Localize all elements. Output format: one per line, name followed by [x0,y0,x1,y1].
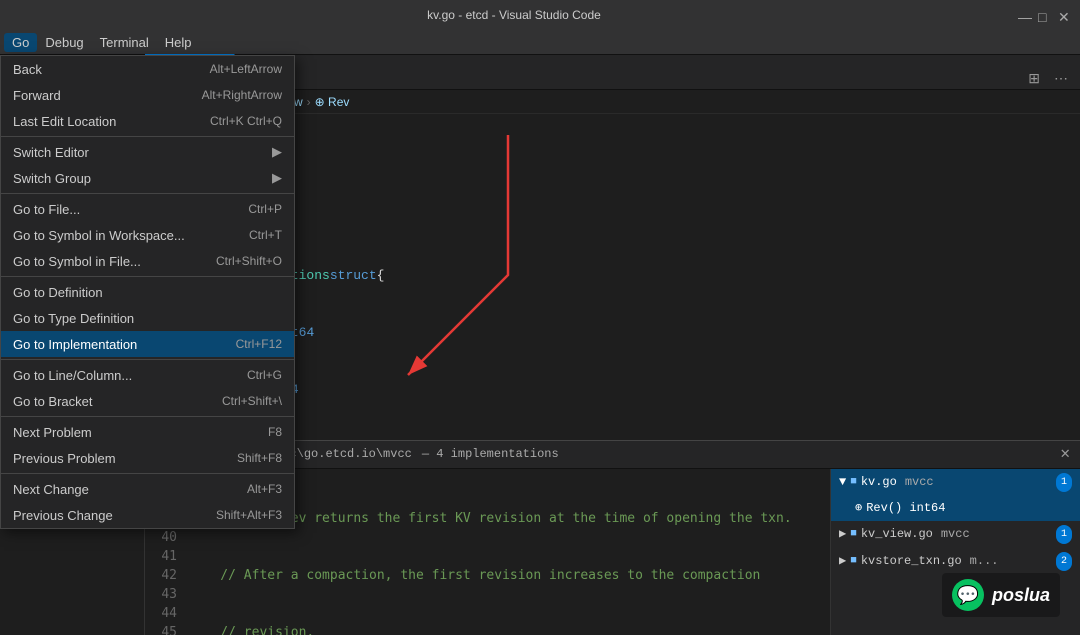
menu-go[interactable]: Go [4,33,37,52]
file-icon: ■ [850,473,857,492]
title-bar: kv.go - etcd - Visual Studio Code — □ ✕ [0,0,1080,30]
wechat-logo: 💬 [952,579,984,611]
go-menu-switch-group[interactable]: Switch Group ▶ [1,165,294,191]
menu-help[interactable]: Help [157,33,200,52]
go-menu-symbol-workspace[interactable]: Go to Symbol in Workspace... Ctrl+T [1,222,294,248]
code-line [205,209,1080,228]
go-menu-next-problem[interactable]: Next Problem F8 [1,419,294,445]
impl-code-line: // revision. [189,623,830,635]
impl-group-label: kvstore_txn.go [861,552,962,571]
go-menu-line-column[interactable]: Go to Line/Column... Ctrl+G [1,362,294,388]
breadcrumb-rev[interactable]: ⊕ Rev [315,95,350,109]
impl-group-kvgo[interactable]: ▼ ■ kv.go mvcc 1 [831,469,1080,496]
window-controls: — □ ✕ [1018,9,1070,21]
separator-2 [1,193,294,194]
impl-group-pkg: mvcc [905,473,934,492]
code-content: ) type RangeOptions struct { Limit int64… [195,114,1080,440]
wechat-watermark: 💬 poslua [942,573,1060,617]
go-menu-symbol-file[interactable]: Go to Symbol in File... Ctrl+Shift+O [1,248,294,274]
minimize-button[interactable]: — [1018,9,1030,21]
impl-code-line: // After a compaction, the first revisio… [189,566,830,585]
title-text: kv.go - etcd - Visual Studio Code [10,8,1018,22]
impl-group-pkg: mvcc [941,525,970,544]
tab-actions: ⊞ ⋯ [1024,68,1080,89]
impl-sub-rev[interactable]: ⊕ Rev() int64 [831,496,1080,521]
separator-6 [1,473,294,474]
split-editor-button[interactable]: ⊞ [1024,68,1044,89]
impl-close-button[interactable]: ✕ [1060,445,1070,464]
go-menu-bracket[interactable]: Go to Bracket Ctrl+Shift+\ [1,388,294,414]
go-menu-implementation[interactable]: Go to Implementation Ctrl+F12 [1,331,294,357]
impl-group-label: kv.go [861,473,897,492]
impl-sub-label: Rev() int64 [866,499,945,518]
separator-3 [1,276,294,277]
impl-group-pkg: m... [970,552,999,571]
go-menu-last-edit[interactable]: Last Edit Location Ctrl+K Ctrl+Q [1,108,294,134]
file-icon: ■ [850,552,857,571]
separator-5 [1,416,294,417]
wechat-text: poslua [992,585,1050,606]
go-menu-type-definition[interactable]: Go to Type Definition [1,305,294,331]
impl-group-count: 1 [1056,525,1072,544]
separator-4 [1,359,294,360]
go-menu-goto-file[interactable]: Go to File... Ctrl+P [1,196,294,222]
impl-group-expand-icon: ▼ [839,473,846,492]
impl-group-label: kv_view.go [861,525,933,544]
go-menu-forward[interactable]: Forward Alt+RightArrow [1,82,294,108]
maximize-button[interactable]: □ [1038,9,1050,21]
file-icon: ■ [850,525,857,544]
menu-bar: Go Debug Terminal Help [0,30,1080,55]
go-menu-prev-change[interactable]: Previous Change Shift+Alt+F3 [1,502,294,528]
go-menu-definition[interactable]: Go to Definition [1,279,294,305]
close-button[interactable]: ✕ [1058,9,1070,21]
code-line: type RangeOptions struct { [205,266,1080,285]
code-line: Rev int64 [205,380,1080,399]
impl-group-kvstoretxngo[interactable]: ▶ ■ kvstore_txn.go m... 2 [831,548,1080,575]
impl-group-count: 1 [1056,473,1072,492]
go-menu-prev-problem[interactable]: Previous Problem Shift+F8 [1,445,294,471]
go-menu-back[interactable]: Back Alt+LeftArrow [1,56,294,82]
code-line: ) [205,152,1080,171]
go-menu-switch-editor[interactable]: Switch Editor ▶ [1,139,294,165]
impl-group-kvviewgo[interactable]: ▶ ■ kv_view.go mvcc 1 [831,521,1080,548]
go-menu-dropdown: Back Alt+LeftArrow Forward Alt+RightArro… [0,55,295,529]
wechat-icon: 💬 [957,585,979,606]
impl-sub-icon: ⊕ [855,499,862,518]
separator-1 [1,136,294,137]
impl-group-expand-icon: ▶ [839,552,846,571]
go-menu-next-change[interactable]: Next Change Alt+F3 [1,476,294,502]
menu-terminal[interactable]: Terminal [92,33,157,52]
impl-group-count: 2 [1056,552,1072,571]
impl-group-expand-icon: ▶ [839,525,846,544]
more-actions-button[interactable]: ⋯ [1050,68,1072,89]
menu-debug[interactable]: Debug [37,33,91,52]
code-line: Limit int64 [205,323,1080,342]
impl-count: — 4 implementations [422,445,559,464]
